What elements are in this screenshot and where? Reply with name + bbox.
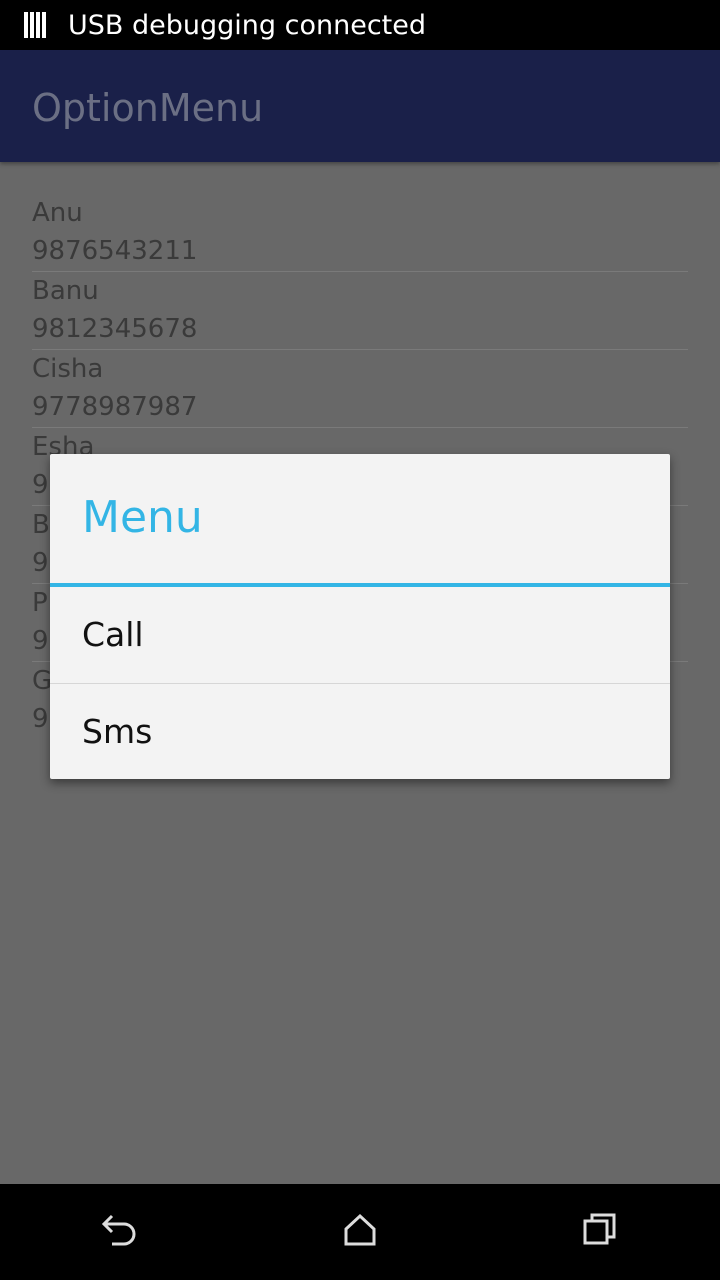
recents-icon [582,1212,618,1252]
home-button[interactable] [310,1184,410,1280]
contact-item[interactable]: Cisha 9778987987 [32,350,688,428]
contact-phone: 9812345678 [32,314,198,344]
menu-item-label: Call [82,615,144,654]
contact-name: Anu [32,198,83,228]
app-bar: OptionMenu [0,50,720,162]
menu-item-call[interactable]: Call [50,587,670,684]
contact-phone: 9 [32,704,49,734]
contact-name: Banu [32,276,99,306]
home-icon [343,1213,377,1251]
contact-name: B [32,510,50,540]
dialog-title: Menu [82,492,203,543]
contact-item[interactable]: Banu 9812345678 [32,272,688,350]
status-text: USB debugging connected [68,9,427,41]
app-title: OptionMenu [32,86,264,130]
usb-debug-icon [24,12,48,38]
back-icon [100,1212,140,1252]
contact-phone: 9876543211 [32,236,198,266]
menu-dialog: Menu Call Sms [50,454,670,779]
navigation-bar [0,1184,720,1280]
recents-button[interactable] [550,1184,650,1280]
contact-phone: 9778987987 [32,392,198,422]
menu-item-sms[interactable]: Sms [50,684,670,780]
menu-item-label: Sms [82,712,153,751]
status-bar: USB debugging connected [0,0,720,50]
contact-name: Cisha [32,354,104,384]
contact-phone: 9 [32,626,49,656]
back-button[interactable] [70,1184,170,1280]
contact-phone: 9 [32,548,49,578]
contact-name: P [32,588,48,618]
contact-phone: 9 [32,470,49,500]
contact-item[interactable]: Anu 9876543211 [32,194,688,272]
